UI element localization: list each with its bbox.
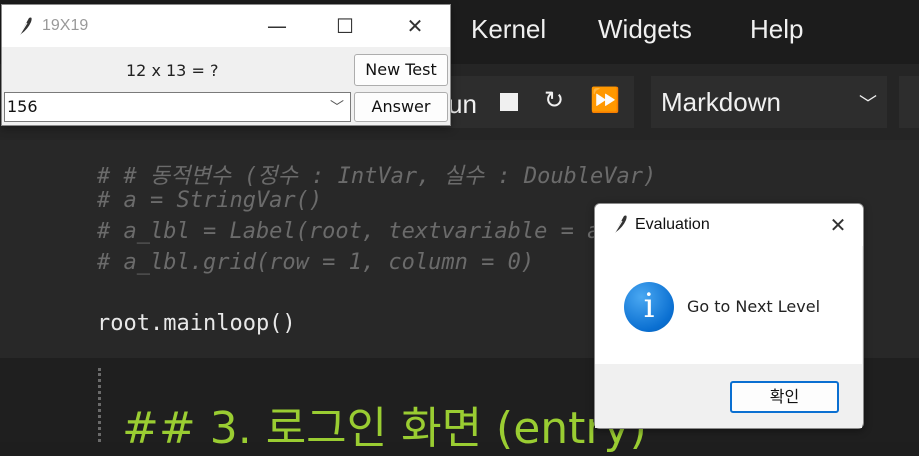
maximize-icon[interactable]: ☐: [328, 11, 362, 41]
chevron-down-icon[interactable]: ﹀: [330, 97, 344, 117]
quiz-window-title: 19X19: [42, 17, 89, 34]
toolbar-overflow[interactable]: [899, 76, 919, 128]
cell-type-select[interactable]: Markdown ﹀: [651, 76, 887, 128]
dialog-title: Evaluation: [635, 216, 710, 233]
close-icon[interactable]: ✕: [821, 210, 855, 240]
dialog-titlebar[interactable]: Evaluation ✕: [595, 204, 863, 246]
chevron-down-icon: ﹀: [859, 94, 877, 115]
answer-combobox[interactable]: 156 ﹀: [4, 92, 351, 122]
markdown-heading: ## 3. 로그인 화면 (entry): [122, 403, 647, 454]
run-controls: un ↻ ⏩: [440, 76, 634, 128]
quiz-window: 19X19 — ☐ ✕ 12 x 13 = ? New Test 156 ﹀ A…: [1, 4, 451, 126]
fast-forward-icon[interactable]: ⏩: [590, 86, 620, 114]
question-label: 12 x 13 = ?: [126, 61, 219, 80]
dialog-message: Go to Next Level: [687, 297, 821, 316]
code-line-1: # # 동적변수 (정수 : IntVar, 실수 : DoubleVar): [97, 164, 657, 189]
code-line-2: # a = StringVar(): [97, 188, 323, 213]
cell-type-value: Markdown: [661, 87, 781, 117]
dialog-footer: 확인: [595, 364, 862, 428]
minimize-icon[interactable]: —: [260, 11, 294, 41]
code-line-6: root.mainloop(): [97, 311, 296, 336]
stop-icon[interactable]: [500, 93, 518, 111]
cell-border: [98, 368, 101, 442]
new-test-button[interactable]: New Test: [354, 54, 448, 86]
info-icon: i: [624, 282, 674, 332]
close-icon[interactable]: ✕: [398, 11, 432, 41]
menu-help[interactable]: Help: [750, 14, 803, 45]
run-button[interactable]: un: [448, 89, 477, 120]
code-line-4: # a_lbl.grid(row = 1, column = 0): [97, 250, 535, 275]
answer-button[interactable]: Answer: [354, 92, 448, 122]
menu-kernel[interactable]: Kernel: [471, 14, 546, 45]
code-line-3: # a_lbl = Label(root, textvariable = a): [97, 219, 614, 244]
ok-button[interactable]: 확인: [730, 381, 839, 413]
quiz-window-titlebar[interactable]: 19X19 — ☐ ✕: [2, 5, 450, 47]
menu-widgets[interactable]: Widgets: [598, 14, 692, 45]
restart-icon[interactable]: ↻: [544, 86, 564, 114]
feather-icon: [18, 17, 32, 37]
feather-icon: [613, 215, 627, 235]
answer-value: 156: [7, 97, 38, 116]
